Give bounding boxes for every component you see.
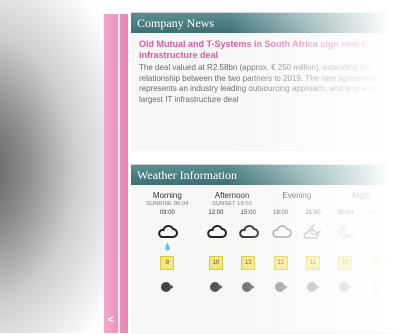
cloud-icon [207,224,227,238]
cloud-icon [158,224,179,238]
forecast-slot: 00:00 10 [332,208,358,294]
period-label: Afternoon [214,191,250,200]
weather-period-evening: Evening 18:00 12 21:00 11 [265,191,330,294]
wind-direction-icon [307,282,320,292]
company-news-panel: Company News Old Mutual and T-Systems in… [131,12,398,151]
wind-direction-icon [209,282,223,292]
slot-time: 15:00 [240,210,256,216]
main-content: Company News Old Mutual and T-Systems in… [131,0,398,334]
forecast-slot: 09:00 💧 8 [154,208,180,294]
wind-direction-icon [274,282,288,292]
collapse-sidebar-button[interactable]: < [104,313,118,327]
cloud-icon [239,224,260,238]
slot-time: 18:00 [273,210,289,216]
weather-header: Weather Information [131,165,398,185]
wind-direction-icon [242,282,255,292]
cloud-icon [369,225,389,238]
weather-panel: Weather Information Morning SUNRISE 06:0… [131,164,398,334]
cloud-icon [272,225,292,238]
wind-direction-icon [371,282,385,292]
sidebar: < [104,0,128,333]
temperature-badge: 11 [306,256,321,270]
temperature-badge: 10 [370,256,385,270]
period-label: Night [352,191,371,200]
moon-icon [339,225,354,239]
temperature-badge: 10 [338,256,353,270]
slot-time: 12:00 [208,210,224,216]
slot-time: 00:00 [337,210,353,216]
sidebar-divider [118,0,120,333]
period-label: Morning [152,191,182,200]
slot-time: 21:00 [305,210,321,216]
weather-period-morning: Morning SUNRISE 06:04 09:00 💧 8 [135,191,200,294]
weather-period-night: Night 00:00 10 03:00 10 [329,191,394,294]
period-label: Evening [282,191,312,200]
raindrop-icon: 💧 [163,244,172,251]
sunset-label: SUNSET 18:02 [212,201,253,207]
cloud-moon-icon [303,223,322,239]
company-news-header: Company News [131,13,398,33]
weather-period-afternoon: Afternoon SUNSET 18:02 12:00 10 15:00 13 [200,191,265,294]
news-headline-link[interactable]: Old Mutual and T-Systems in South Africa… [139,39,390,61]
temperature-badge: 12 [273,256,288,270]
news-item: Old Mutual and T-Systems in South Africa… [131,33,398,111]
slot-time: 03:00 [370,210,386,216]
temperature-badge: 8 [160,256,175,270]
sunrise-label: SUNRISE 06:04 [146,201,189,207]
weather-grid: Morning SUNRISE 06:04 09:00 💧 8 Afternoo… [131,185,398,294]
background-shadow [0,0,104,333]
forecast-slot: 15:00 13 [235,208,261,294]
wind-direction-icon [339,282,352,292]
wind-direction-icon [161,282,174,292]
forecast-slot: 12:00 10 [203,208,229,294]
slot-time: 09:00 [159,210,175,216]
forecast-slot: 21:00 11 [300,208,326,294]
news-summary: The deal valued at R2.58bn (approx. € 25… [139,63,389,104]
temperature-badge: 13 [241,256,256,270]
forecast-slot: 18:00 12 [268,208,294,294]
temperature-badge: 10 [208,256,223,270]
forecast-slot: 03:00 10 [365,208,391,294]
